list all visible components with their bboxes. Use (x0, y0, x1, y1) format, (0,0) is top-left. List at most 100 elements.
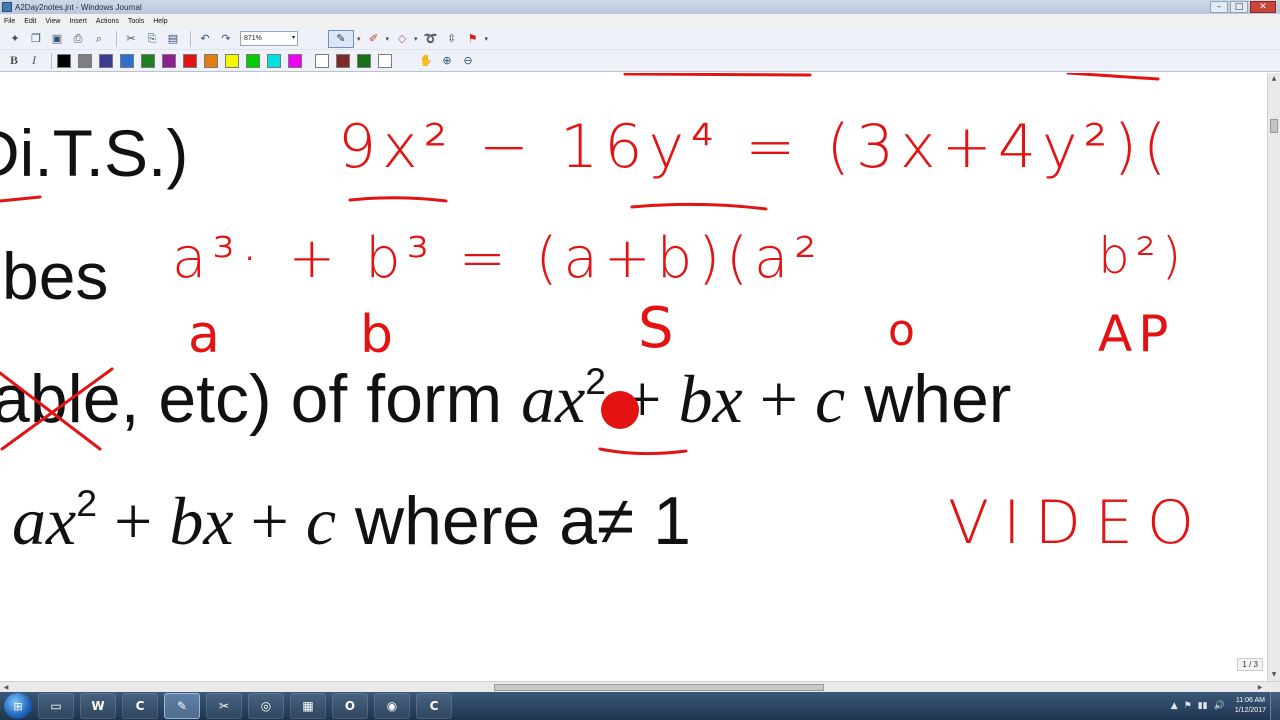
horizontal-scrollbar[interactable]: ◀ ▶ (0, 681, 1280, 692)
color-palette (57, 53, 399, 68)
menu-view[interactable]: View (45, 18, 60, 25)
pen-color-swatch[interactable] (225, 53, 239, 68)
action-center-icon[interactable]: ⚑ (1184, 701, 1192, 711)
zoom-in-icon[interactable]: ⊕ (438, 52, 456, 69)
pen-color-swatch[interactable] (288, 53, 302, 68)
pen-color-swatch[interactable] (246, 53, 260, 68)
taskbar-tablet-tool-button[interactable]: ▦ (290, 693, 326, 719)
ink-underline-16y4 (630, 202, 768, 211)
eraser-icon[interactable]: ◇ (393, 30, 411, 47)
zoom-out-icon[interactable]: ⊖ (459, 52, 477, 69)
search-icon[interactable]: ⌕ (90, 30, 108, 47)
pen-color-swatch[interactable] (120, 53, 134, 68)
cut-icon[interactable]: ✂ (122, 30, 140, 47)
clock[interactable]: 11:06 AM 1/12/2017 (1235, 696, 1266, 716)
save-icon[interactable]: ▣ (48, 30, 66, 47)
network-icon[interactable]: ▮▮ (1198, 701, 1208, 711)
close-button[interactable]: ✕ (1250, 1, 1276, 13)
standard-toolbar: ✦ ❐ ▣ ⎙ ⌕ ✂ ⎘ ▤ ↶ ↷ 871% ▾ ✎ ▾ ✐ ▾ ◇ ▾ ➰… (0, 28, 1280, 50)
horizontal-scroll-thumb[interactable] (494, 684, 824, 691)
print-icon[interactable]: ⎙ (69, 30, 87, 47)
clock-time: 11:06 AM (1235, 697, 1265, 704)
taskbar-chrome-button[interactable]: ◉ (374, 693, 410, 719)
taskbar-snipping-tool-button[interactable]: ✂ (206, 693, 242, 719)
window-controls: – □ ✕ (1210, 0, 1276, 14)
system-tray: ▲ ⚑ ▮▮ 🔊 11:06 AM 1/12/2017 (1171, 692, 1266, 720)
zoom-select[interactable]: 871% ▾ (240, 31, 298, 46)
menu-actions[interactable]: Actions (96, 18, 119, 25)
clock-date: 1/12/2017 (1234, 707, 1266, 714)
minimize-button[interactable]: – (1210, 1, 1228, 13)
menu-file[interactable]: File (4, 18, 15, 25)
new-note-icon[interactable]: ✦ (6, 30, 24, 47)
menu-bar: File Edit View Insert Actions Tools Help (0, 14, 1280, 28)
taskbar-word-button[interactable]: W (80, 693, 116, 719)
note-canvas[interactable]: Di.T.S.) bes able, etc) of form ax2 + bx… (0, 73, 1267, 681)
ink-underline-9x2 (348, 196, 448, 203)
window-title: A2Day2notes.jnt - Windows Journal (15, 2, 142, 12)
pen-color-swatch[interactable] (315, 53, 329, 68)
vertical-scrollbar[interactable]: ▲ ▼ (1267, 73, 1280, 681)
pen-color-swatch[interactable] (57, 53, 71, 68)
ink-circle-a (601, 391, 639, 429)
taskbar-calculator-button[interactable]: ◎ (248, 693, 284, 719)
pen-settings-icon[interactable]: ✋ (417, 52, 435, 69)
italic-button[interactable]: I (26, 53, 42, 69)
menu-insert[interactable]: Insert (69, 18, 87, 25)
scroll-up-icon[interactable]: ▲ (1268, 73, 1280, 85)
menu-edit[interactable]: Edit (24, 18, 36, 25)
start-button[interactable]: ⊞ (4, 693, 32, 719)
ink-strokes (0, 73, 1160, 456)
bold-button[interactable]: B (6, 53, 22, 69)
copy-icon[interactable]: ⎘ (143, 30, 161, 47)
maximize-button[interactable]: □ (1230, 1, 1248, 13)
ink-top-line-right (1066, 73, 1160, 81)
pen-color-swatch[interactable] (99, 53, 113, 68)
tray-expand-icon[interactable]: ▲ (1171, 701, 1178, 711)
vertical-scroll-thumb[interactable] (1270, 119, 1278, 133)
toolbar-separator (190, 30, 191, 47)
page-indicator: 1 / 3 (1237, 658, 1263, 671)
taskbar-file-explorer-button[interactable]: ▭ (38, 693, 74, 719)
taskbar-windows-journal-button[interactable]: ✎ (164, 693, 200, 719)
insert-space-icon[interactable]: ⇳ (443, 30, 461, 47)
show-desktop-button[interactable] (1270, 692, 1280, 720)
highlighter-dropdown-icon[interactable]: ▾ (386, 35, 390, 43)
taskbar-apps: ▭ W C ✎ ✂ ◎ ▦ O ◉ C (38, 693, 458, 719)
ink-underline-a (598, 447, 688, 456)
taskbar-camtasia-button[interactable]: C (122, 693, 158, 719)
pen-color-swatch[interactable] (183, 53, 197, 68)
eraser-dropdown-icon[interactable]: ▾ (414, 35, 418, 43)
pen-color-swatch[interactable] (336, 53, 350, 68)
pen-color-swatch[interactable] (378, 53, 392, 68)
lasso-select-icon[interactable]: ➰ (422, 30, 440, 47)
highlighter-icon[interactable]: ✐ (365, 30, 383, 47)
flag-dropdown-icon[interactable]: ▾ (485, 35, 489, 43)
scroll-down-icon[interactable]: ▼ (1268, 669, 1280, 681)
ink-underline-dits (0, 195, 42, 203)
pen-color-swatch[interactable] (78, 53, 92, 68)
flag-icon[interactable]: ⚑ (464, 30, 482, 47)
paste-icon[interactable]: ▤ (164, 30, 182, 47)
menu-help[interactable]: Help (153, 18, 167, 25)
menu-tools[interactable]: Tools (128, 18, 144, 25)
journal-app-icon (2, 2, 12, 12)
pen-color-swatch[interactable] (162, 53, 176, 68)
undo-icon[interactable]: ↶ (196, 30, 214, 47)
chevron-down-icon: ▾ (291, 35, 295, 41)
ink-top-line-left (623, 73, 812, 77)
pen-color-swatch[interactable] (204, 53, 218, 68)
volume-icon[interactable]: 🔊 (1214, 701, 1225, 711)
pen-color-swatch[interactable] (141, 53, 155, 68)
ink-strike-2 (0, 367, 114, 451)
pen-color-swatch[interactable] (357, 53, 371, 68)
pen-color-swatch[interactable] (267, 53, 281, 68)
zoom-value: 871% (244, 35, 262, 42)
redo-icon[interactable]: ↷ (217, 30, 235, 47)
taskbar-outlook-button[interactable]: O (332, 693, 368, 719)
taskbar-camtasia-recorder-button[interactable]: C (416, 693, 452, 719)
pen-tool-button[interactable]: ✎ (328, 29, 354, 48)
open-icon[interactable]: ❐ (27, 30, 45, 47)
pen-toolbar: B I ✋ ⊕ ⊖ (0, 50, 1280, 72)
pen-dropdown-icon[interactable]: ▾ (357, 35, 361, 43)
